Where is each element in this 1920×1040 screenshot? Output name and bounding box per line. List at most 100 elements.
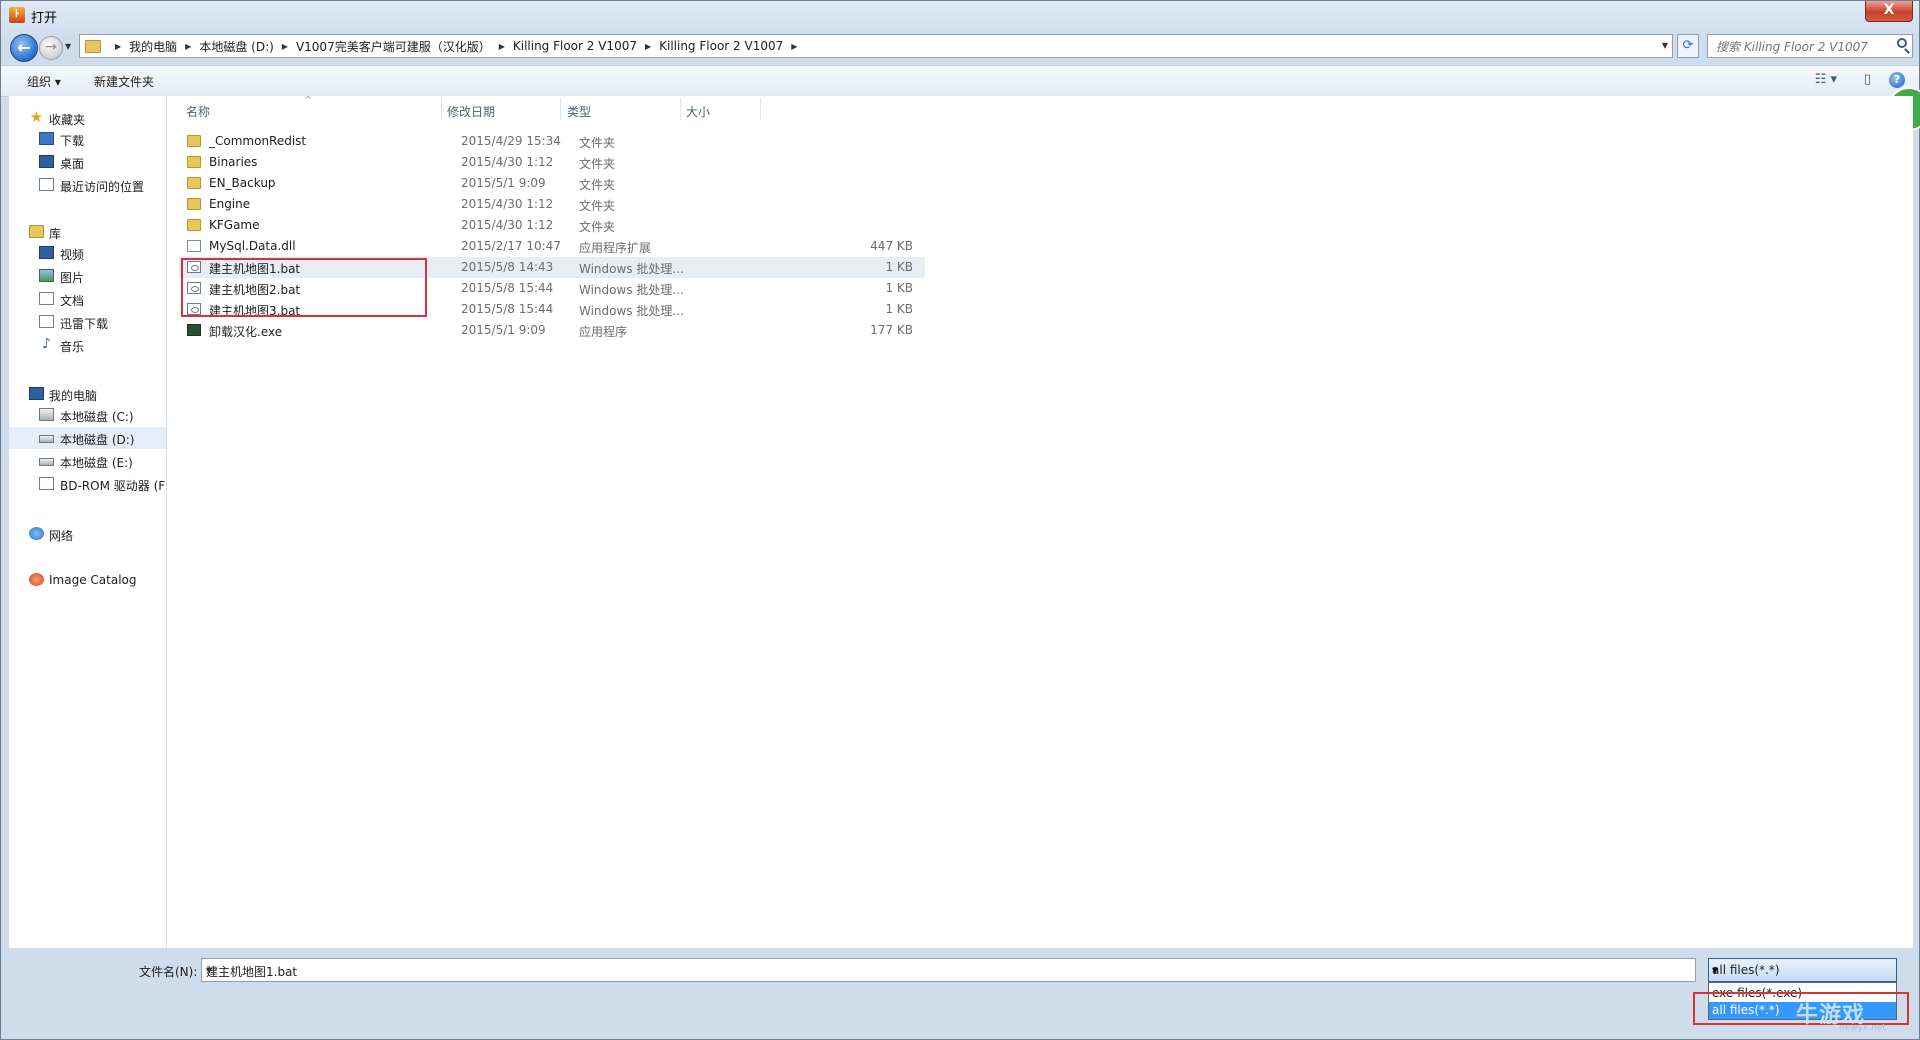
file-row[interactable]: _CommonRedist 2015/4/29 15:34 文件夹: [179, 131, 925, 152]
sidebar-item-label: 本地磁盘 (E:): [60, 456, 133, 470]
breadcrumb-arrow-icon[interactable]: ▶: [282, 42, 288, 51]
file-name: _CommonRedist: [209, 134, 307, 148]
column-divider[interactable]: [760, 98, 761, 120]
search-field[interactable]: [1707, 34, 1913, 58]
sidebar-group-network[interactable]: 网络: [9, 524, 166, 544]
executable-icon: [187, 324, 201, 336]
filename-input[interactable]: 建主机地图1.bat ▼: [201, 958, 1696, 982]
sidebar-item-drive-d[interactable]: 本地磁盘 (D:): [9, 427, 166, 449]
folder-icon: [187, 135, 201, 147]
library-icon: [29, 225, 44, 238]
column-divider[interactable]: [680, 98, 681, 120]
watermark-url: newyx.net: [1839, 1023, 1886, 1033]
new-folder-button[interactable]: 新建文件夹: [94, 73, 154, 90]
optical-drive-icon: [39, 477, 54, 490]
address-dropdown-icon[interactable]: ▼: [1662, 41, 1668, 50]
sidebar-item-recent-places[interactable]: 最近访问的位置: [9, 174, 166, 196]
sidebar-item-downloads[interactable]: 下载: [9, 128, 166, 150]
column-header-size[interactable]: 大小: [686, 103, 710, 120]
sidebar-item-documents[interactable]: 文档: [9, 288, 166, 310]
file-row[interactable]: 卸载汉化.exe 2015/5/1 9:09 应用程序 177 KB: [179, 320, 925, 341]
file-type: 文件夹: [579, 220, 616, 234]
breadcrumb-kf2-current[interactable]: Killing Floor 2 V1007: [659, 39, 783, 53]
file-row[interactable]: MySql.Data.dll 2015/2/17 10:47 应用程序扩展 44…: [179, 236, 925, 257]
file-type: Windows 批处理...: [579, 262, 684, 276]
file-date: 2015/5/8 14:43: [461, 260, 554, 274]
column-divider[interactable]: [441, 98, 442, 120]
chevron-down-icon[interactable]: ▼: [206, 966, 1689, 975]
file-type: Windows 批处理...: [579, 283, 684, 297]
file-type: Windows 批处理...: [579, 304, 684, 318]
file-size: 1 KB: [885, 302, 913, 316]
organize-button[interactable]: 组织 ▾: [27, 73, 61, 90]
computer-icon: [29, 387, 44, 400]
sidebar-item-pictures[interactable]: 图片: [9, 265, 166, 287]
forward-button[interactable]: →: [39, 36, 63, 60]
file-row[interactable]: KFGame 2015/4/30 1:12 文件夹: [179, 215, 925, 236]
drive-icon: [39, 435, 54, 443]
file-size: 1 KB: [885, 260, 913, 274]
sidebar-group-computer[interactable]: 我的电脑: [9, 384, 166, 404]
window-title: 打开: [31, 11, 58, 26]
file-row[interactable]: Binaries 2015/4/30 1:12 文件夹: [179, 152, 925, 173]
sidebar-group-image-catalog[interactable]: Image Catalog: [9, 570, 166, 590]
sidebar-item-bd-rom[interactable]: BD-ROM 驱动器 (F: [9, 473, 166, 495]
command-toolbar: 组织 ▾ 新建文件夹 ☷ ▾ ▯ ?: [1, 65, 1919, 97]
column-header-type[interactable]: 类型: [567, 103, 591, 120]
search-input[interactable]: [1714, 36, 1888, 58]
breadcrumb-v1007[interactable]: V1007完美客户端可建服（汉化版）: [296, 38, 491, 55]
sidebar-item-desktop[interactable]: 桌面: [9, 151, 166, 173]
preview-pane-icon[interactable]: ▯: [1864, 72, 1871, 87]
drive-icon: [39, 458, 54, 466]
file-date: 2015/4/30 1:12: [461, 155, 554, 169]
sidebar-group-label: Image Catalog: [49, 573, 137, 587]
close-button[interactable]: X: [1865, 1, 1913, 22]
file-type: 应用程序扩展: [579, 241, 652, 255]
folder-icon: [187, 156, 201, 168]
image-catalog-icon: [29, 573, 44, 586]
downloads-icon: [39, 132, 54, 145]
chevron-down-icon[interactable]: ▼: [1712, 966, 1891, 975]
breadcrumb-arrow-icon[interactable]: ▶: [791, 42, 797, 51]
column-header-date[interactable]: 修改日期: [447, 103, 495, 120]
sidebar-group-label: 收藏夹: [49, 113, 86, 127]
open-file-dialog: ﾄ 打开 X ← → ▼ ▶ 我的电脑 ▶ 本地磁盘 (D:) ▶ V1007完…: [0, 0, 1920, 1040]
sort-ascending-icon: ^: [305, 95, 312, 104]
recent-places-icon: [39, 178, 54, 191]
sidebar-item-label: 文档: [60, 294, 85, 308]
file-row[interactable]: Engine 2015/4/30 1:12 文件夹: [179, 194, 925, 215]
sidebar-item-drive-c[interactable]: 本地磁盘 (C:): [9, 404, 166, 426]
sidebar-group-label: 网络: [49, 529, 74, 543]
sidebar-item-label: BD-ROM 驱动器 (F: [60, 479, 166, 493]
file-type: 应用程序: [579, 325, 628, 339]
help-icon[interactable]: ?: [1889, 72, 1905, 88]
address-bar[interactable]: ▶ 我的电脑 ▶ 本地磁盘 (D:) ▶ V1007完美客户端可建服（汉化版） …: [79, 34, 1673, 58]
video-icon: [39, 246, 54, 259]
back-button[interactable]: ←: [10, 34, 38, 62]
breadcrumb-kf2-parent[interactable]: Killing Floor 2 V1007: [513, 39, 637, 53]
sidebar-group-favorites[interactable]: ★ 收藏夹: [9, 108, 166, 128]
column-header-name[interactable]: 名称: [186, 103, 210, 120]
view-options-icon[interactable]: ☷ ▾: [1815, 72, 1837, 87]
breadcrumb-drive-d[interactable]: 本地磁盘 (D:): [199, 38, 273, 55]
recent-pages-chevron-icon[interactable]: ▼: [65, 42, 71, 51]
search-icon[interactable]: [1897, 38, 1907, 48]
sidebar-item-label: 迅雷下载: [60, 317, 109, 331]
sidebar-item-music[interactable]: ♪ 音乐: [9, 334, 166, 356]
sidebar-item-drive-e[interactable]: 本地磁盘 (E:): [9, 450, 166, 472]
file-type-select[interactable]: all files(*.*) ▼: [1708, 958, 1897, 982]
breadcrumb-arrow-icon[interactable]: ▶: [499, 42, 505, 51]
sidebar-group-libraries[interactable]: 库: [9, 222, 166, 242]
breadcrumb-my-computer[interactable]: 我的电脑: [129, 38, 177, 55]
breadcrumb-arrow-icon[interactable]: ▶: [185, 42, 191, 51]
folder-icon: [85, 39, 101, 53]
navigation-bar: ← → ▼ ▶ 我的电脑 ▶ 本地磁盘 (D:) ▶ V1007完美客户端可建服…: [1, 29, 1919, 63]
breadcrumb-arrow-icon[interactable]: ▶: [115, 42, 121, 51]
column-divider[interactable]: [560, 98, 561, 120]
file-row[interactable]: EN_Backup 2015/5/1 9:09 文件夹: [179, 173, 925, 194]
sidebar-item-thunder-downloads[interactable]: 迅雷下载: [9, 311, 166, 333]
breadcrumb-arrow-icon[interactable]: ▶: [645, 42, 651, 51]
sidebar-item-label: 音乐: [60, 340, 85, 354]
refresh-button[interactable]: ⟳: [1677, 34, 1699, 58]
sidebar-item-videos[interactable]: 视频: [9, 242, 166, 264]
